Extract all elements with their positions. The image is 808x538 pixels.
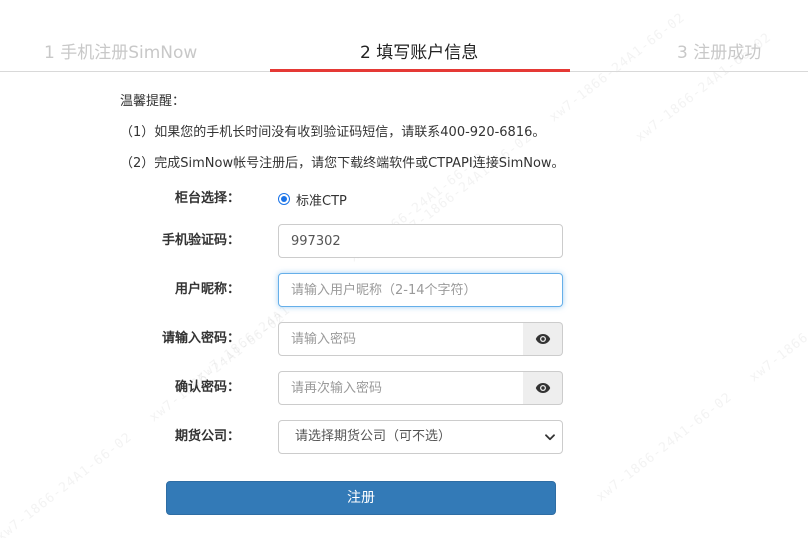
step-1-label: 1 手机注册SimNow [44, 43, 198, 63]
active-step-underline [270, 69, 570, 72]
confirm-password-label: 确认密码： [174, 380, 240, 395]
nickname-label: 用户昵称： [174, 282, 240, 297]
broker-row: 期货公司： 请选择期货公司（可不选） [0, 420, 808, 454]
step-2-label: 2 填写账户信息 [360, 43, 479, 63]
password-input[interactable] [278, 322, 524, 356]
password-visibility-toggle[interactable] [523, 322, 563, 356]
eye-icon [535, 334, 550, 344]
step-indicator: 1 手机注册SimNow 2 填写账户信息 3 注册成功 [0, 0, 808, 72]
step-3-label: 3 注册成功 [677, 43, 762, 63]
counter-row: 柜台选择： 标准CTP [0, 182, 808, 216]
notice-line-1: （1）如果您的手机长时间没有收到验证码短信，请联系400-920-6816。 [120, 125, 546, 140]
broker-selected-value: 请选择期货公司（可不选） [295, 429, 452, 444]
password-row: 请输入密码： [0, 322, 808, 356]
broker-label: 期货公司： [174, 429, 240, 444]
nickname-input[interactable] [278, 273, 563, 307]
confirm-password-row: 确认密码： [0, 371, 808, 405]
sms-code-label: 手机验证码： [161, 233, 240, 248]
counter-option-label: 标准CTP [296, 193, 347, 209]
broker-select[interactable]: 请选择期货公司（可不选） [278, 420, 563, 454]
sms-code-row: 手机验证码： [0, 224, 808, 258]
notice-title: 温馨提醒： [120, 94, 186, 109]
eye-icon [535, 383, 550, 393]
nickname-row: 用户昵称： [0, 273, 808, 307]
confirm-password-input[interactable] [278, 371, 524, 405]
sms-code-input[interactable] [278, 224, 563, 258]
radio-checked-icon[interactable] [278, 193, 290, 205]
chevron-down-icon [545, 421, 555, 453]
watermark: xw7-1866-24A1-66-02 xw7-1866-24A1-66-02 … [0, 10, 808, 538]
counter-label: 柜台选择： [174, 191, 240, 206]
counter-radio-standard-ctp[interactable]: 标准CTP [278, 182, 347, 216]
register-button[interactable]: 注册 [166, 481, 556, 515]
confirm-password-visibility-toggle[interactable] [523, 371, 563, 405]
password-label: 请输入密码： [161, 331, 240, 346]
notice-block: 温馨提醒： （1）如果您的手机长时间没有收到验证码短信，请联系400-920-6… [120, 93, 565, 186]
